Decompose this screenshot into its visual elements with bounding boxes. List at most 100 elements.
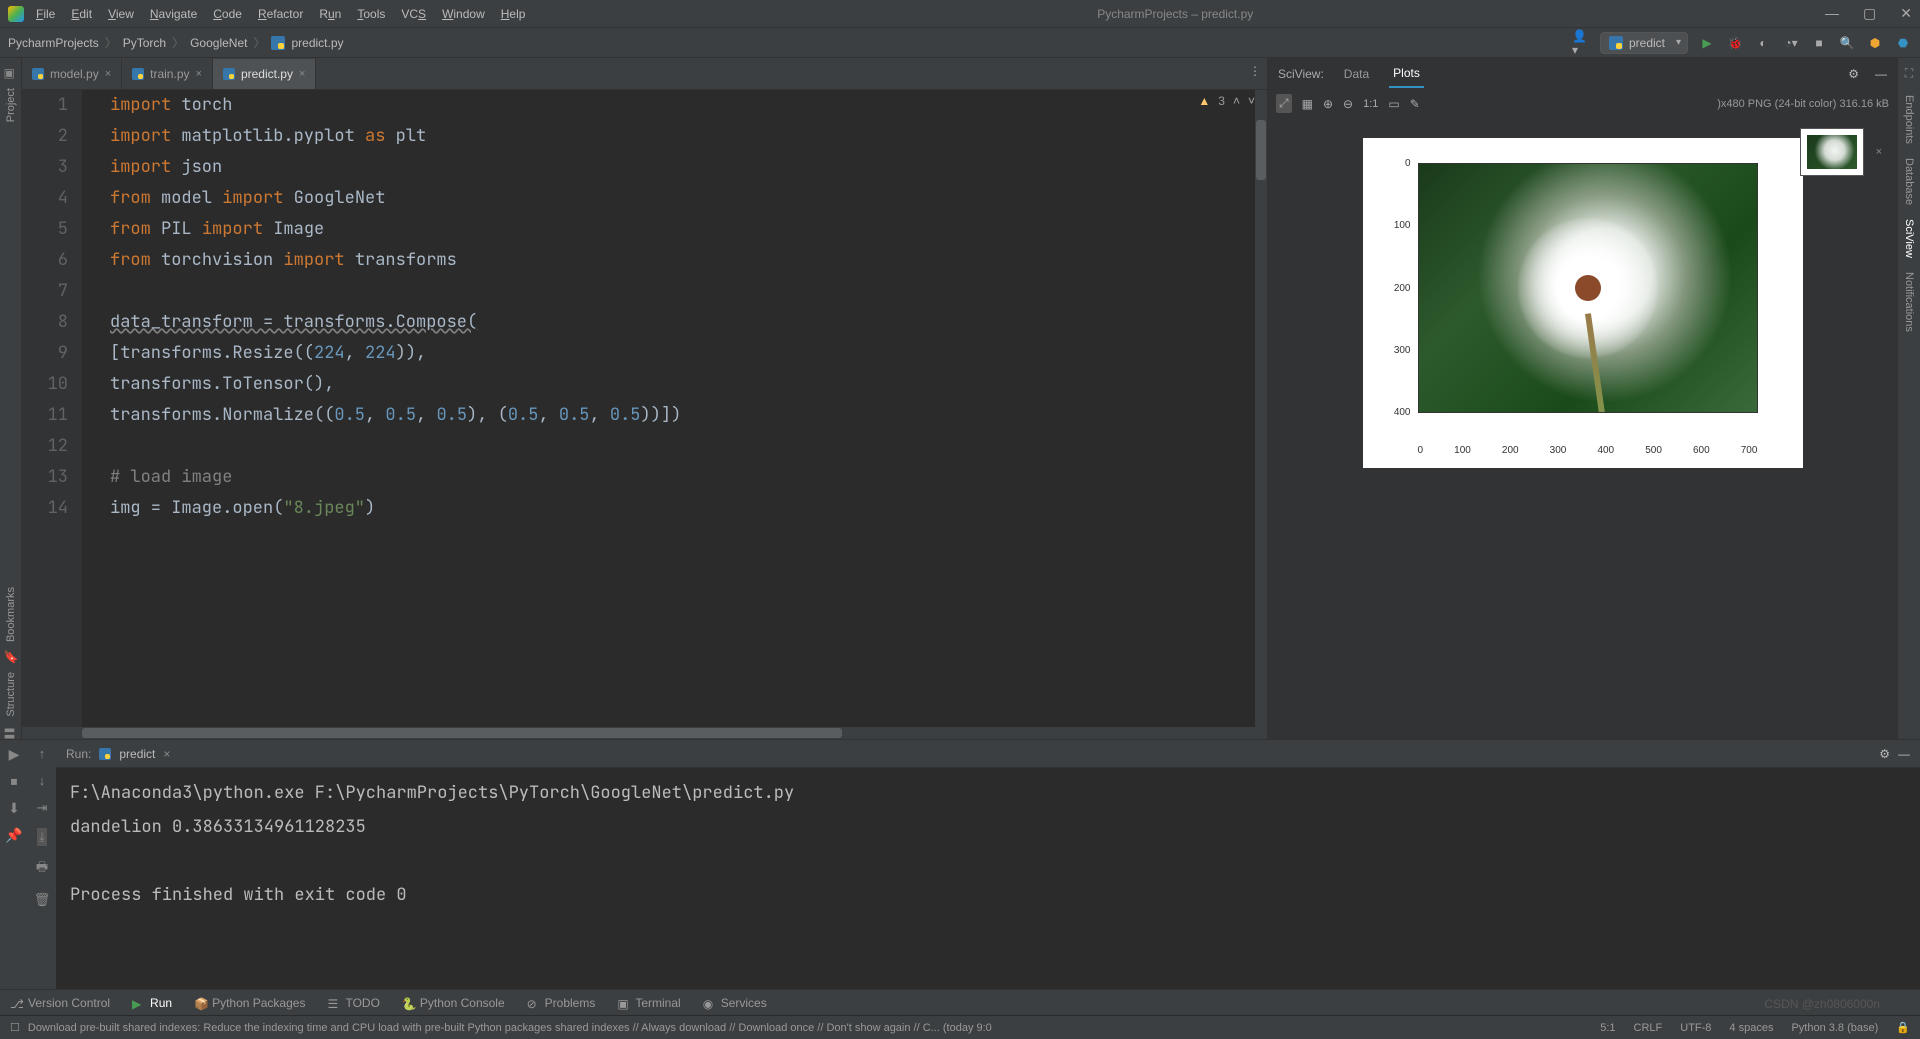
menu-file[interactable]: File	[36, 7, 55, 21]
right-tool-stripe: ⛶ Endpoints Database SciView Notificatio…	[1898, 58, 1920, 739]
python-file-icon	[223, 68, 235, 80]
x-axis-ticks: 0 100 200 300 400 500 600 700	[1418, 445, 1758, 456]
close-tab-icon[interactable]: ×	[105, 68, 111, 80]
editor-hscrollbar[interactable]	[22, 727, 1255, 739]
menu-help[interactable]: Help	[501, 7, 526, 21]
tool-terminal[interactable]: ▣Terminal	[617, 996, 680, 1010]
thumbnail-close-icon[interactable]: ×	[1876, 146, 1882, 158]
pin-icon[interactable]: 📌	[5, 827, 22, 844]
breadcrumb-item[interactable]: PyTorch	[123, 36, 166, 50]
hide-icon[interactable]: —	[1875, 67, 1887, 81]
grid-icon[interactable]: ▦	[1302, 97, 1313, 111]
run-output[interactable]: F:\Anaconda3\python.exe F:\PycharmProjec…	[56, 768, 1920, 989]
minimize-icon[interactable]: —	[1825, 5, 1839, 22]
down-icon[interactable]: ⬇	[8, 800, 20, 817]
menu-navigate[interactable]: Navigate	[150, 7, 197, 21]
tool-version-control[interactable]: ⎇Version Control	[10, 996, 110, 1010]
plot-meta: )x480 PNG (24-bit color) 316.16 kB	[1717, 98, 1889, 110]
caret-position[interactable]: 5:1	[1600, 1022, 1615, 1034]
tool-python-console[interactable]: 🐍Python Console	[402, 996, 505, 1010]
tool-notifications[interactable]: Notifications	[1903, 272, 1915, 332]
indent-setting[interactable]: 4 spaces	[1729, 1022, 1773, 1034]
file-encoding[interactable]: UTF-8	[1680, 1022, 1711, 1034]
close-tab-icon[interactable]: ×	[299, 68, 305, 80]
editor-vscrollbar[interactable]	[1255, 90, 1267, 739]
soft-wrap-icon[interactable]: ⇥	[37, 800, 48, 816]
tool-sciview[interactable]: SciView	[1903, 219, 1915, 258]
editor-tab[interactable]: predict.py ×	[213, 59, 316, 89]
menu-window[interactable]: Window	[442, 7, 485, 21]
gear-icon[interactable]: ⚙	[1848, 67, 1859, 81]
zoom-label[interactable]: 1:1	[1363, 98, 1378, 110]
fit-icon[interactable]: ⤢	[1276, 94, 1292, 113]
tool-database[interactable]: Database	[1903, 158, 1915, 205]
sciview-tab-plots[interactable]: Plots	[1389, 60, 1424, 88]
tool-endpoints[interactable]: Endpoints	[1903, 95, 1915, 144]
sciview-tab-data[interactable]: Data	[1340, 61, 1373, 87]
zoom-in-icon[interactable]: ⊕	[1323, 97, 1333, 111]
breadcrumb-item[interactable]: GoogleNet	[190, 36, 247, 50]
down-arrow-icon[interactable]: ↓	[39, 773, 46, 788]
tool-problems[interactable]: ⊘Problems	[527, 996, 596, 1010]
tool-run[interactable]: ▶Run	[132, 996, 172, 1010]
code-content[interactable]: import torch import matplotlib.pyplot as…	[82, 90, 1267, 739]
plot-thumbnail[interactable]	[1800, 128, 1864, 176]
menu-view[interactable]: View	[108, 7, 134, 21]
color-picker-icon[interactable]: ✎	[1410, 97, 1420, 111]
profile-icon[interactable]: ◔▾	[1782, 34, 1800, 52]
menu-refactor[interactable]: Refactor	[258, 7, 303, 21]
lock-icon[interactable]: 🔒	[1896, 1021, 1910, 1034]
menu-vcs[interactable]: VCS	[401, 7, 426, 21]
editor-tab[interactable]: model.py ×	[22, 59, 122, 89]
ide-updates-icon[interactable]: ⬢	[1866, 34, 1884, 52]
menu-run[interactable]: Run	[319, 7, 341, 21]
tabs-more-icon[interactable]: ⋮	[1249, 64, 1261, 78]
print-icon[interactable]: 🖶	[36, 858, 48, 880]
menu-edit[interactable]: Edit	[71, 7, 92, 21]
python-interpreter[interactable]: Python 3.8 (base)	[1791, 1022, 1878, 1034]
tool-python-packages[interactable]: 📦Python Packages	[194, 996, 305, 1010]
maximize-tool-icon[interactable]: ⛶	[1905, 66, 1913, 81]
menu-code[interactable]: Code	[213, 7, 242, 21]
tool-todo[interactable]: ☰TODO	[327, 996, 379, 1010]
clear-icon[interactable]: 🗑	[34, 892, 51, 908]
editor-tab[interactable]: train.py ×	[122, 59, 213, 89]
structure-icon[interactable]: 〓	[4, 725, 18, 739]
line-separator[interactable]: CRLF	[1634, 1022, 1663, 1034]
status-message[interactable]: Download pre-built shared indexes: Reduc…	[28, 1022, 1600, 1034]
search-everywhere-icon[interactable]: 🔍	[1838, 34, 1856, 52]
tool-project[interactable]: Project	[5, 88, 17, 122]
stop-icon[interactable]: ■	[1810, 34, 1828, 52]
breadcrumb-item[interactable]: predict.py	[291, 36, 343, 50]
plot-canvas[interactable]: 0 100 200 300 400 0 100 200 300 400 500 …	[1268, 118, 1897, 739]
hide-icon[interactable]: —	[1898, 747, 1910, 761]
tool-services[interactable]: ◉Services	[703, 996, 767, 1010]
tool-structure[interactable]: Structure	[5, 672, 17, 717]
maximize-icon[interactable]: ▢	[1863, 5, 1876, 22]
up-arrow-icon[interactable]: ↑	[39, 746, 46, 761]
window-title: PycharmProjects – predict.py	[525, 7, 1825, 21]
gear-icon[interactable]: ⚙	[1879, 747, 1890, 761]
python-file-icon	[99, 748, 111, 760]
scroll-end-icon[interactable]: ⤓	[37, 828, 47, 846]
ide-account-icon[interactable]: ⬣	[1894, 34, 1912, 52]
event-log-icon[interactable]: ☐	[10, 1021, 20, 1034]
stop-process-icon[interactable]: ⏹	[11, 773, 18, 790]
debug-icon[interactable]: 🐞	[1726, 34, 1744, 52]
close-icon[interactable]: ✕	[1900, 5, 1912, 22]
menu-tools[interactable]: Tools	[357, 7, 385, 21]
tool-bookmarks[interactable]: Bookmarks	[5, 587, 17, 642]
bookmark-icon[interactable]: 🔖	[4, 650, 18, 664]
close-run-tab-icon[interactable]: ×	[163, 747, 170, 761]
zoom-out-icon[interactable]: ⊖	[1343, 97, 1353, 111]
close-tab-icon[interactable]: ×	[196, 68, 202, 80]
project-icon[interactable]: ▣	[4, 66, 18, 80]
play-icon[interactable]: ▶	[1698, 34, 1716, 52]
run-config-select[interactable]: predict	[1600, 32, 1688, 54]
rerun-icon[interactable]: ▶	[9, 746, 20, 763]
add-user-icon[interactable]: 👤▾	[1572, 34, 1590, 52]
coverage-icon[interactable]: ◐	[1754, 34, 1772, 52]
save-plot-icon[interactable]: ▭	[1388, 97, 1399, 111]
code-editor[interactable]: ▲ 3 ˄ ˅ 1234567891011121314 import torch…	[22, 90, 1267, 739]
breadcrumb-item[interactable]: PycharmProjects	[8, 36, 99, 50]
